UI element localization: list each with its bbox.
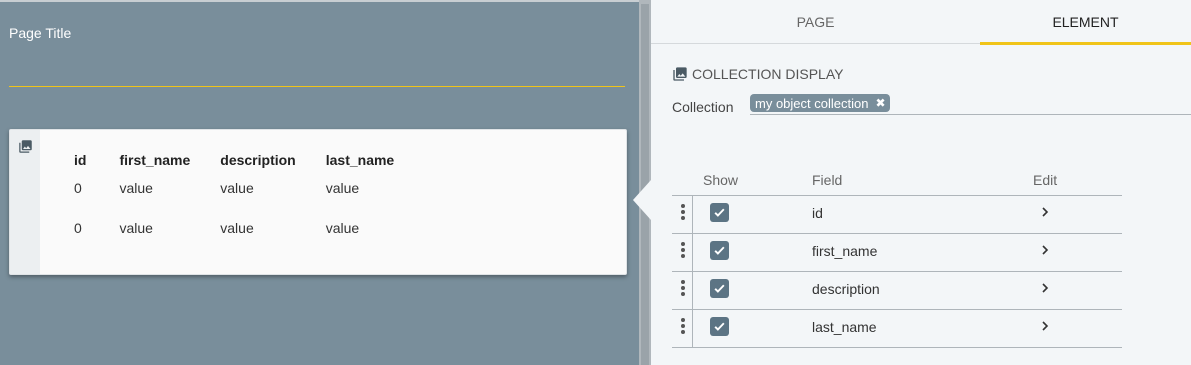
properties-panel: PAGE ELEMENT COLLECTION DISPLAY Collecti… bbox=[651, 0, 1191, 365]
table-cell: 0 bbox=[74, 180, 82, 196]
field-row: first_name bbox=[672, 234, 1122, 272]
image-icon bbox=[673, 67, 687, 81]
drag-handle-icon[interactable] bbox=[681, 204, 685, 222]
row-divider bbox=[692, 196, 693, 233]
collection-table: id first_name description last_name 0 va… bbox=[74, 152, 424, 248]
collection-chip[interactable]: my object collection ✖ bbox=[750, 94, 890, 112]
section-header: COLLECTION DISPLAY bbox=[672, 66, 843, 82]
show-checkbox[interactable] bbox=[710, 203, 729, 222]
checkmark-icon bbox=[714, 284, 725, 293]
field-name: first_name bbox=[812, 243, 878, 259]
table-header-row: id first_name description last_name bbox=[74, 152, 424, 168]
page-canvas: Page Title id first_name description las… bbox=[0, 0, 639, 365]
field-row: last_name bbox=[672, 310, 1122, 348]
checkmark-icon bbox=[714, 322, 725, 331]
edit-column-header: Edit bbox=[1033, 172, 1058, 188]
show-checkbox[interactable] bbox=[710, 317, 729, 336]
selection-pointer bbox=[633, 180, 651, 220]
table-cell: value bbox=[119, 220, 153, 236]
fields-grid: Show Field Edit id first_name descriptio… bbox=[672, 170, 1122, 348]
close-icon[interactable]: ✖ bbox=[875, 96, 885, 110]
show-checkbox[interactable] bbox=[710, 279, 729, 298]
table-cell: value bbox=[220, 220, 254, 236]
column-header: id bbox=[74, 152, 87, 168]
table-row: 0 value value value bbox=[74, 168, 424, 208]
table-cell: value bbox=[325, 220, 360, 236]
tab-page[interactable]: PAGE bbox=[651, 0, 980, 44]
collection-field[interactable]: my object collection ✖ bbox=[750, 94, 1191, 115]
table-cell: 0 bbox=[74, 220, 82, 236]
field-name: description bbox=[812, 281, 880, 297]
drag-handle-icon[interactable] bbox=[681, 242, 685, 260]
field-row: description bbox=[672, 272, 1122, 310]
chevron-right-icon[interactable] bbox=[1039, 243, 1051, 260]
field-column-header: Field bbox=[812, 172, 843, 188]
table-cell: value bbox=[325, 180, 360, 196]
chevron-right-icon[interactable] bbox=[1039, 205, 1051, 222]
field-name: id bbox=[812, 205, 823, 221]
collection-label: Collection bbox=[672, 99, 734, 115]
column-header: description bbox=[220, 152, 296, 168]
table-row: 0 value value value bbox=[74, 208, 424, 248]
chip-label: my object collection bbox=[755, 95, 869, 111]
tab-element-label: ELEMENT bbox=[1052, 14, 1119, 30]
column-header: first_name bbox=[119, 152, 191, 168]
collection-display-element[interactable]: id first_name description last_name 0 va… bbox=[9, 129, 627, 275]
chevron-right-icon[interactable] bbox=[1039, 281, 1051, 298]
grid-header: Show Field Edit bbox=[672, 170, 1122, 196]
field-row: id bbox=[672, 196, 1122, 234]
checkmark-icon bbox=[714, 208, 725, 217]
row-divider bbox=[692, 234, 693, 271]
panel-tabs: PAGE ELEMENT bbox=[651, 0, 1191, 45]
show-checkbox[interactable] bbox=[710, 241, 729, 260]
row-divider bbox=[692, 272, 693, 309]
table-cell: value bbox=[220, 180, 254, 196]
chevron-right-icon[interactable] bbox=[1039, 319, 1051, 336]
element-rail bbox=[10, 130, 40, 274]
active-tab-indicator bbox=[980, 42, 1191, 45]
page-title[interactable]: Page Title bbox=[9, 25, 71, 41]
drag-handle-icon[interactable] bbox=[681, 280, 685, 298]
table-cell: value bbox=[119, 180, 153, 196]
show-column-header: Show bbox=[703, 172, 739, 188]
checkmark-icon bbox=[714, 246, 725, 255]
section-title: COLLECTION DISPLAY bbox=[692, 66, 844, 82]
drag-handle-icon[interactable] bbox=[681, 318, 685, 336]
tab-element[interactable]: ELEMENT bbox=[980, 0, 1191, 45]
row-divider bbox=[692, 310, 693, 347]
title-underline bbox=[9, 86, 625, 87]
image-icon bbox=[18, 139, 33, 159]
field-name: last_name bbox=[812, 319, 877, 335]
column-header: last_name bbox=[325, 152, 395, 168]
